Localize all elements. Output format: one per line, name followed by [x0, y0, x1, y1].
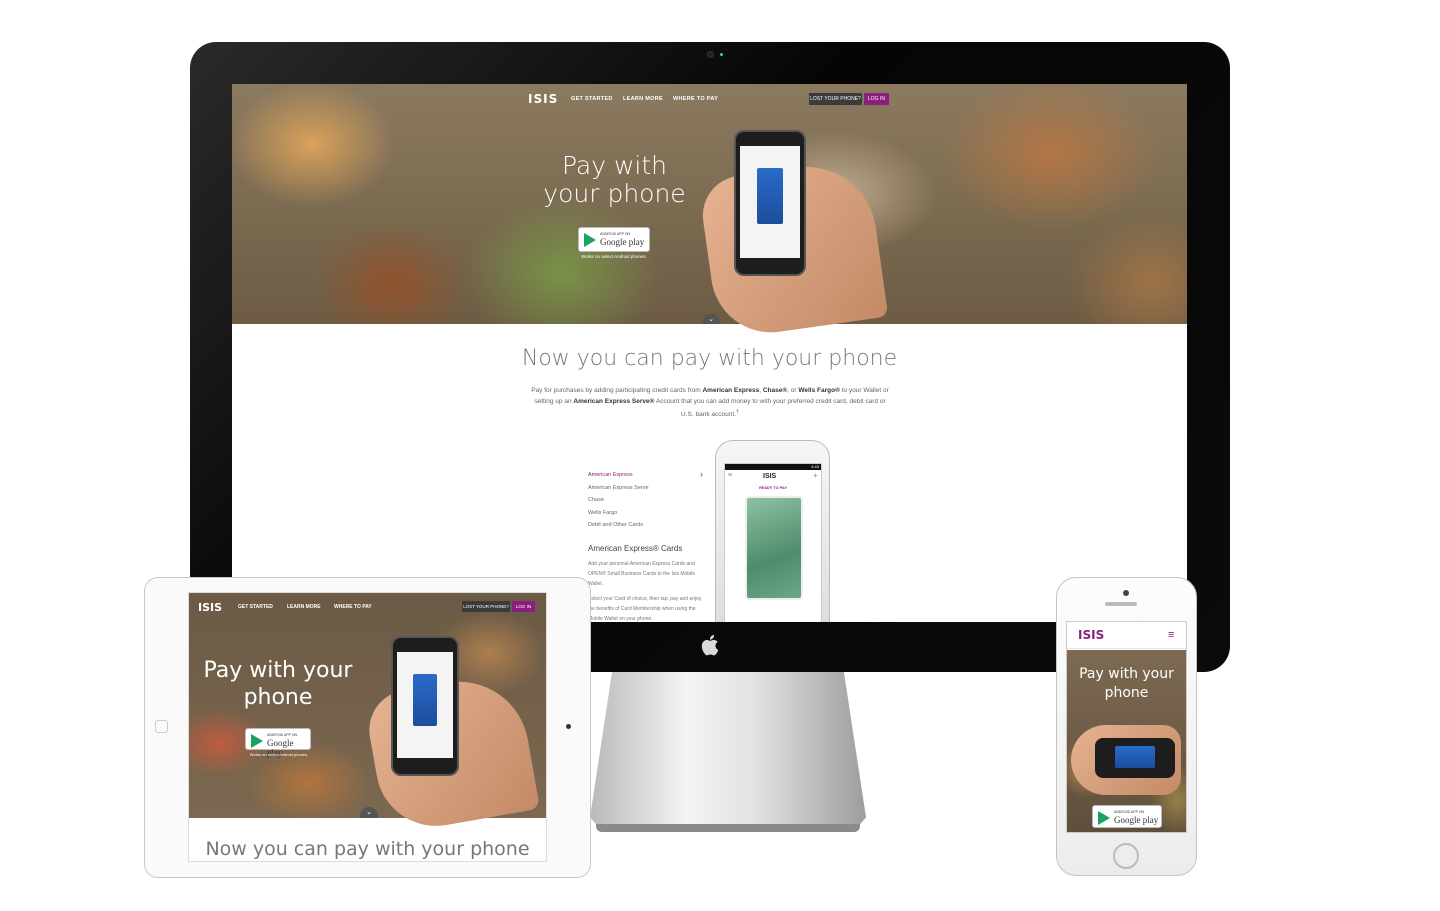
tablet-lost-phone-button[interactable]: LOST YOUR PHONE? — [462, 601, 510, 612]
mobile-hero: Pay with your phone ANDROID APP ON Googl… — [1067, 650, 1186, 832]
dagger-footnote[interactable]: † — [736, 409, 739, 415]
amex-body: Add your personal American Express Cards… — [588, 561, 702, 622]
tablet-logo[interactable]: ISIS — [198, 601, 222, 614]
serve-card-image — [1115, 746, 1155, 768]
works-note: Works on select Android phones. — [581, 254, 647, 259]
badge-small-text: ANDROID APP ON — [600, 232, 631, 236]
mobile-screen: ISIS ≡ Pay with your phone ANDROID APP O… — [1066, 621, 1187, 833]
amex-green-card-image — [745, 496, 803, 600]
tablet-nav-where-to-pay[interactable]: WHERE TO PAY — [334, 604, 372, 610]
hamburger-menu-icon[interactable]: ≡ — [728, 472, 732, 479]
mobile-google-play-badge[interactable]: ANDROID APP ON Google play — [1092, 805, 1162, 828]
imac-camera — [707, 51, 714, 58]
hero-title: Pay with your phone — [543, 151, 686, 208]
badge-big-text: Google play — [600, 237, 645, 247]
serve-card-image — [757, 168, 783, 224]
imac-camera-led — [720, 53, 723, 56]
nav-learn-more[interactable]: LEARN MORE — [623, 96, 663, 102]
mobile-header: ISIS ≡ — [1067, 622, 1186, 649]
phone-app-logo: ISIS — [763, 473, 777, 480]
desktop-nav: ISIS GET STARTED LEARN MORE WHERE TO PAY… — [232, 84, 1187, 114]
mobile-hero-title: Pay with your phone — [1079, 666, 1174, 701]
status-time: 4:43 — [811, 464, 819, 469]
tablet-section-title: Now you can pay with your phone — [205, 838, 530, 860]
login-button[interactable]: LOG IN — [864, 93, 889, 105]
apple-logo-icon — [701, 634, 719, 656]
card-item-debit-other[interactable]: Debit and Other Cards — [588, 522, 708, 535]
hero-phone — [734, 130, 806, 276]
desktop-hero: ISIS GET STARTED LEARN MORE WHERE TO PAY… — [232, 84, 1187, 341]
card-item-chase[interactable]: Chase — [588, 497, 708, 510]
android-phone-white: 4:43 ≡ ISIS + READY TO PAY — [715, 440, 830, 622]
card-item-american-express[interactable]: American Express — [588, 472, 708, 485]
lost-phone-button[interactable]: LOST YOUR PHONE? — [809, 93, 862, 105]
status-bar: 4:43 — [725, 464, 821, 470]
google-play-icon — [1098, 811, 1110, 825]
ipad-home-button — [155, 720, 168, 733]
imac-stand-base — [596, 824, 860, 832]
tablet-nav-get-started[interactable]: GET STARTED — [238, 604, 273, 610]
iphone-home-button — [1113, 843, 1139, 869]
chevron-right-icon: › — [700, 469, 703, 479]
chevron-down-icon[interactable]: ⌄ — [360, 807, 378, 818]
iphone-camera — [1123, 590, 1129, 596]
tablet-login-button[interactable]: LOG IN — [512, 601, 535, 612]
iphone-speaker — [1105, 602, 1137, 606]
section-title: Now you can pay with your phone — [521, 346, 898, 371]
ipad-camera — [566, 724, 571, 729]
tablet-hero-phone — [391, 636, 459, 776]
tablet-nav-learn-more[interactable]: LEARN MORE — [287, 604, 321, 610]
section-body: Pay for purchases by adding participatin… — [531, 387, 889, 419]
tablet-hero: ISIS GET STARTED LEARN MORE WHERE TO PAY… — [189, 593, 546, 836]
hamburger-menu-icon[interactable]: ≡ — [1168, 629, 1174, 641]
nav-where-to-pay[interactable]: WHERE TO PAY — [673, 96, 718, 102]
google-play-icon — [584, 233, 596, 247]
desktop-screen: ISIS GET STARTED LEARN MORE WHERE TO PAY… — [232, 84, 1187, 622]
plus-icon[interactable]: + — [813, 471, 818, 480]
tablet-google-play-badge[interactable]: ANDROID APP ON Google play — [245, 728, 311, 758]
desktop-logo[interactable]: ISIS — [528, 92, 558, 106]
google-play-icon — [251, 734, 263, 748]
mobile-logo[interactable]: ISIS — [1078, 628, 1104, 642]
tablet-screen: ISIS GET STARTED LEARN MORE WHERE TO PAY… — [188, 592, 547, 862]
google-play-badge[interactable]: ANDROID APP ON Google play — [578, 227, 650, 252]
ready-to-pay-label: READY TO PAY — [759, 486, 787, 490]
nav-get-started[interactable]: GET STARTED — [571, 96, 613, 102]
card-item-wells-fargo[interactable]: Wells Fargo — [588, 510, 708, 523]
tablet-hero-title: Pay with your phone — [203, 658, 353, 710]
card-item-amex-serve[interactable]: American Express Serve — [588, 485, 708, 498]
mobile-hero-phone — [1095, 738, 1175, 778]
card-type-list: American Express American Express Serve … — [588, 472, 708, 535]
chevron-down-icon[interactable]: ⌄ — [702, 314, 720, 324]
amex-heading: American Express® Cards — [588, 544, 683, 553]
serve-card-image — [413, 674, 437, 726]
tablet-works-note: Works on select Android phones. — [249, 752, 309, 757]
imac-stand — [590, 672, 866, 830]
